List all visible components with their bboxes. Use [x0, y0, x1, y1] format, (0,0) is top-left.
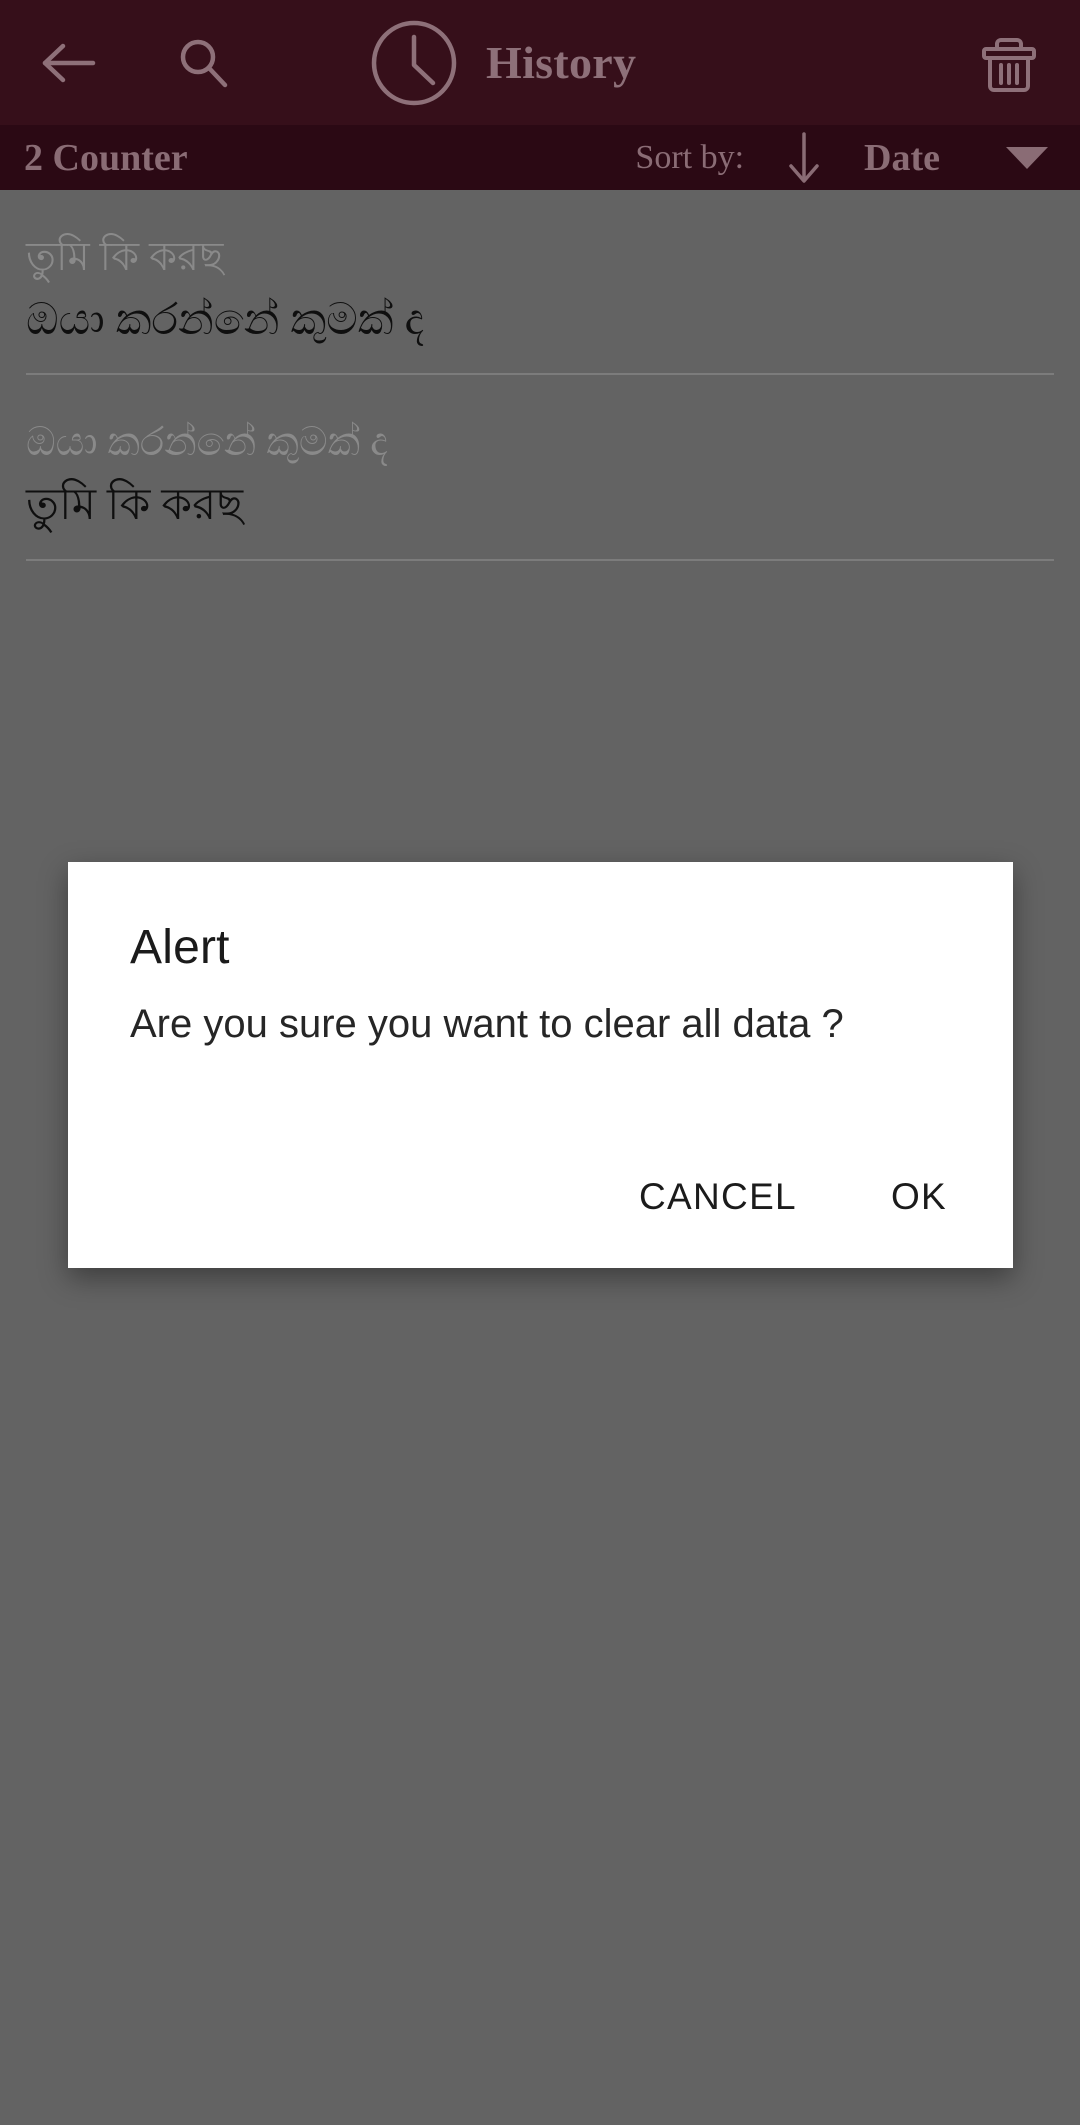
dialog-title: Alert [130, 921, 230, 974]
dialog-scrim-overlay[interactable]: Alert Are you sure you want to clear all… [0, 0, 1080, 2125]
dialog-message: Are you sure you want to clear all data … [130, 1002, 844, 1046]
ok-button[interactable]: OK [869, 1162, 969, 1232]
alert-dialog: Alert Are you sure you want to clear all… [68, 862, 1013, 1268]
dialog-action-row: CANCEL OK [617, 1162, 979, 1232]
cancel-button[interactable]: CANCEL [617, 1162, 819, 1232]
